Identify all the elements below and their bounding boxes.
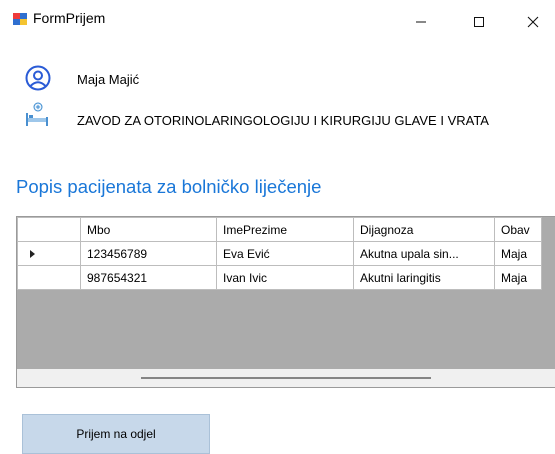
cell-dijagnoza[interactable]: Akutni laringitis (353, 265, 495, 290)
cell-mbo[interactable]: 987654321 (80, 265, 217, 290)
hospital-bed-icon (26, 102, 48, 126)
cell-obav[interactable]: Maja (494, 265, 542, 290)
minimize-button[interactable] (398, 0, 444, 44)
cell-mbo[interactable]: 123456789 (80, 241, 217, 266)
column-header-imeprezime[interactable]: ImePrezime (216, 217, 354, 242)
row-header[interactable] (17, 241, 81, 266)
horizontal-scrollbar[interactable] (17, 369, 555, 387)
table-row[interactable]: 987654321 Ivan Ivic Akutni laringitis Ma… (17, 265, 542, 290)
column-header-obav[interactable]: Obav (494, 217, 542, 242)
close-button[interactable] (510, 0, 555, 44)
patients-table: Mbo ImePrezime Dijagnoza Obav 123456789 … (17, 217, 542, 290)
current-row-icon (30, 249, 35, 258)
column-header-mbo[interactable]: Mbo (80, 217, 217, 242)
cell-dijagnoza[interactable]: Akutna upala sin... (353, 241, 495, 266)
form-app-icon (13, 13, 27, 25)
user-circle-icon (25, 65, 51, 91)
row-header[interactable] (17, 265, 81, 290)
column-header-dijagnoza[interactable]: Dijagnoza (353, 217, 495, 242)
cell-imeprezime[interactable]: Eva Ević (216, 241, 354, 266)
cell-imeprezime[interactable]: Ivan Ivic (216, 265, 354, 290)
department-name: ZAVOD ZA OTORINOLARINGOLOGIJU I KIRURGIJ… (77, 113, 489, 128)
row-header-corner (17, 217, 81, 242)
header-row: Mbo ImePrezime Dijagnoza Obav (17, 217, 542, 242)
maximize-button[interactable] (456, 0, 502, 44)
maximize-icon (474, 17, 484, 27)
cell-obav[interactable]: Maja (494, 241, 542, 266)
scrollbar-thumb[interactable] (141, 377, 431, 379)
title-bar: FormPrijem (0, 0, 555, 44)
admit-to-ward-button[interactable]: Prijem na odjel (22, 414, 210, 454)
user-name: Maja Majić (77, 72, 140, 87)
patients-grid[interactable]: Mbo ImePrezime Dijagnoza Obav 123456789 … (16, 216, 555, 388)
table-row[interactable]: 123456789 Eva Ević Akutna upala sin... M… (17, 241, 542, 266)
close-icon (527, 16, 539, 28)
window-title: FormPrijem (33, 10, 106, 26)
page-title: Popis pacijenata za bolničko liječenje (16, 176, 322, 197)
minimize-icon (416, 21, 426, 23)
